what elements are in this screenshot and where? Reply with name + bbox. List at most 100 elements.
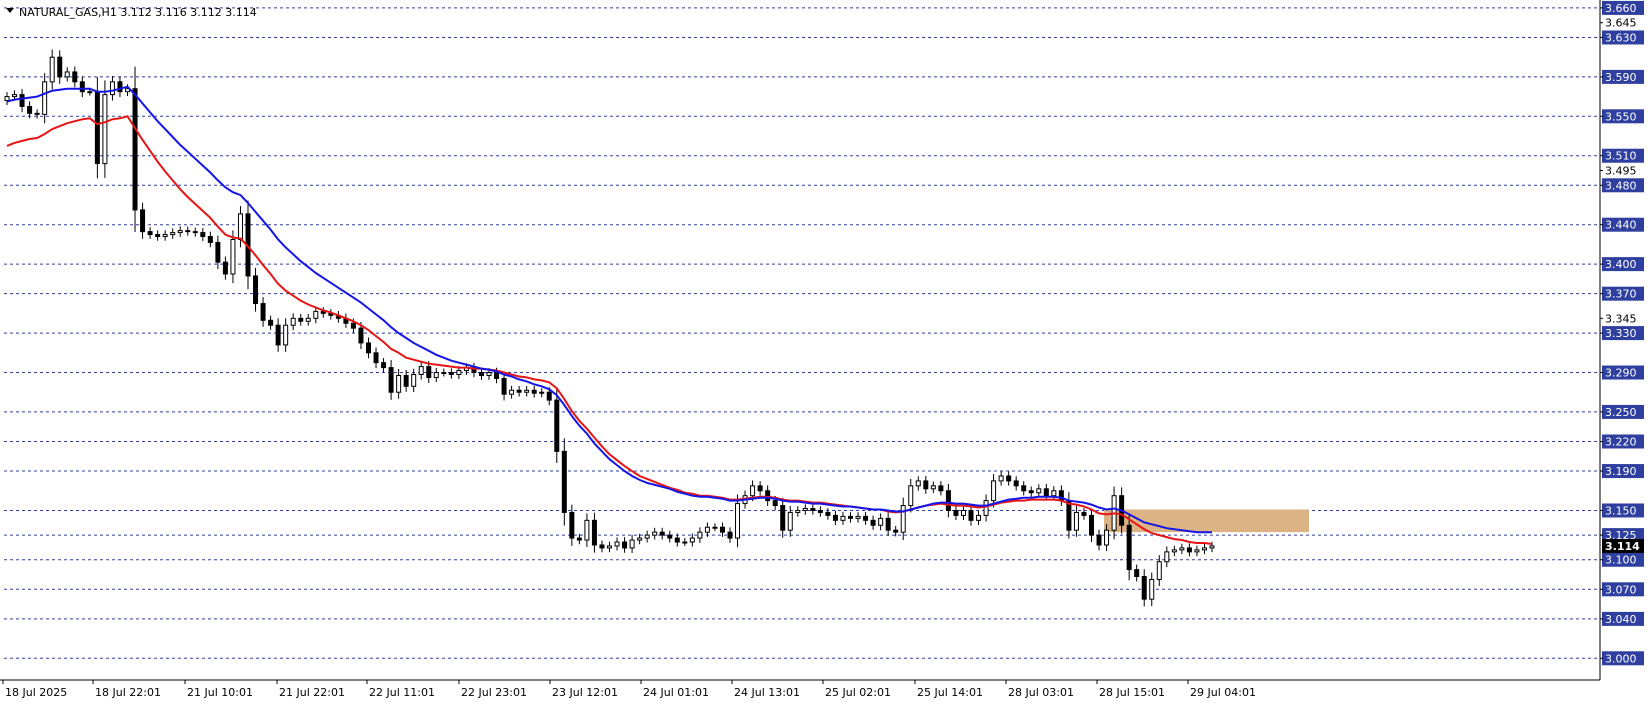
candle-body: [878, 517, 884, 526]
candle-body: [298, 317, 304, 322]
candle-body: [674, 537, 680, 543]
y-tick-label-13: 3.290: [1605, 367, 1637, 380]
x-tick-label-7: 24 Jul 01:01: [643, 686, 709, 699]
candle: [983, 494, 989, 522]
candle: [170, 228, 176, 239]
candle: [1164, 546, 1170, 568]
candle: [388, 359, 394, 400]
y-tick-label-19: 3.100: [1605, 554, 1637, 567]
candle-body: [448, 372, 454, 375]
candle: [998, 471, 1004, 486]
candle: [765, 485, 771, 507]
y-tick-label-20: 3.070: [1605, 583, 1637, 596]
y-tick-label-3: 3.590: [1605, 71, 1637, 84]
candle-body: [840, 515, 846, 521]
candle: [1186, 543, 1192, 557]
candle-body: [486, 372, 492, 376]
candle: [1028, 486, 1034, 497]
price-chart: 3.660 3.6453.630 3.590 3.550 3.510 3.4953.480…: [0, 0, 1644, 699]
candle-body: [12, 94, 18, 98]
y-tick-label-0: 3.660: [1605, 2, 1637, 15]
candle-body: [94, 91, 100, 165]
candle-body: [569, 511, 575, 539]
candle: [900, 497, 906, 541]
candle-body: [433, 372, 439, 378]
candle-body: [1081, 511, 1087, 516]
candle-body: [403, 374, 409, 387]
candle-body: [539, 391, 545, 394]
candle-body: [1209, 545, 1215, 549]
candle: [34, 109, 40, 119]
candle: [945, 483, 951, 518]
candle: [802, 504, 808, 515]
candle: [253, 267, 259, 312]
candle-body: [109, 81, 115, 96]
candle-body: [64, 71, 70, 78]
candle: [162, 230, 168, 241]
candle: [509, 385, 515, 399]
candle-body: [991, 480, 997, 502]
y-tick-label-4: 3.550: [1605, 110, 1637, 123]
candle-body: [1096, 534, 1102, 546]
x-tick-label-2: 21 Jul 10:01: [187, 686, 253, 699]
candle: [968, 505, 974, 526]
candle: [4, 92, 10, 106]
candle-body: [787, 511, 793, 531]
y-tick-label-10: 3.370: [1605, 288, 1637, 301]
candle-body: [599, 544, 605, 549]
candle: [418, 361, 424, 380]
ma-fast-line: [6, 85, 1212, 534]
candle-body: [554, 399, 560, 452]
candle-body: [102, 94, 108, 165]
candle-body: [719, 526, 725, 533]
candle: [719, 522, 725, 537]
candle-body: [727, 531, 733, 539]
candle-body: [140, 209, 146, 233]
candle: [155, 230, 161, 241]
candle: [343, 313, 349, 328]
candle: [1036, 484, 1042, 498]
candle: [298, 313, 304, 326]
candle-body: [79, 81, 85, 93]
x-tick-label-1: 18 Jul 22:01: [95, 686, 161, 699]
candle-body: [682, 541, 688, 544]
candle: [222, 256, 228, 280]
candle-body: [607, 545, 612, 549]
candle-body: [426, 366, 432, 378]
current-price-tag: 3.114: [1602, 538, 1644, 553]
candle: [915, 476, 921, 491]
candle-body: [908, 485, 914, 507]
candle: [923, 475, 929, 494]
candle: [441, 368, 447, 377]
candle: [328, 309, 334, 320]
candle-body: [494, 372, 500, 379]
candle-body: [155, 234, 161, 238]
candle: [930, 481, 936, 494]
triangle-down-icon[interactable]: [6, 8, 14, 13]
candle: [622, 537, 628, 553]
candle-body: [177, 230, 183, 234]
candle-body: [546, 391, 552, 401]
candle: [185, 226, 191, 236]
candle-body: [697, 531, 703, 539]
y-tick-label-8: 3.440: [1605, 219, 1637, 232]
candle-body: [885, 517, 891, 531]
y-tick-label-6: 3.495: [1605, 165, 1637, 178]
candle-body: [795, 509, 801, 513]
candle-body: [825, 511, 831, 516]
candle-body: [215, 241, 221, 263]
y-tick-label-7: 3.480: [1605, 179, 1637, 192]
candle-body: [509, 389, 515, 395]
chart-title: NATURAL_GAS,H1 3.112 3.116 3.112 3.114: [6, 6, 257, 19]
candle-body: [1186, 547, 1192, 553]
candle: [953, 505, 959, 521]
candle-body: [1141, 576, 1147, 600]
y-tick-label-22: 3.000: [1605, 652, 1637, 665]
candle: [825, 508, 831, 520]
candle-body: [1089, 514, 1094, 536]
candle-body: [275, 324, 281, 346]
candle: [938, 481, 944, 496]
candle: [207, 231, 213, 248]
candle-body: [72, 71, 78, 83]
x-tick-label-0: 18 Jul 2025: [5, 686, 67, 699]
